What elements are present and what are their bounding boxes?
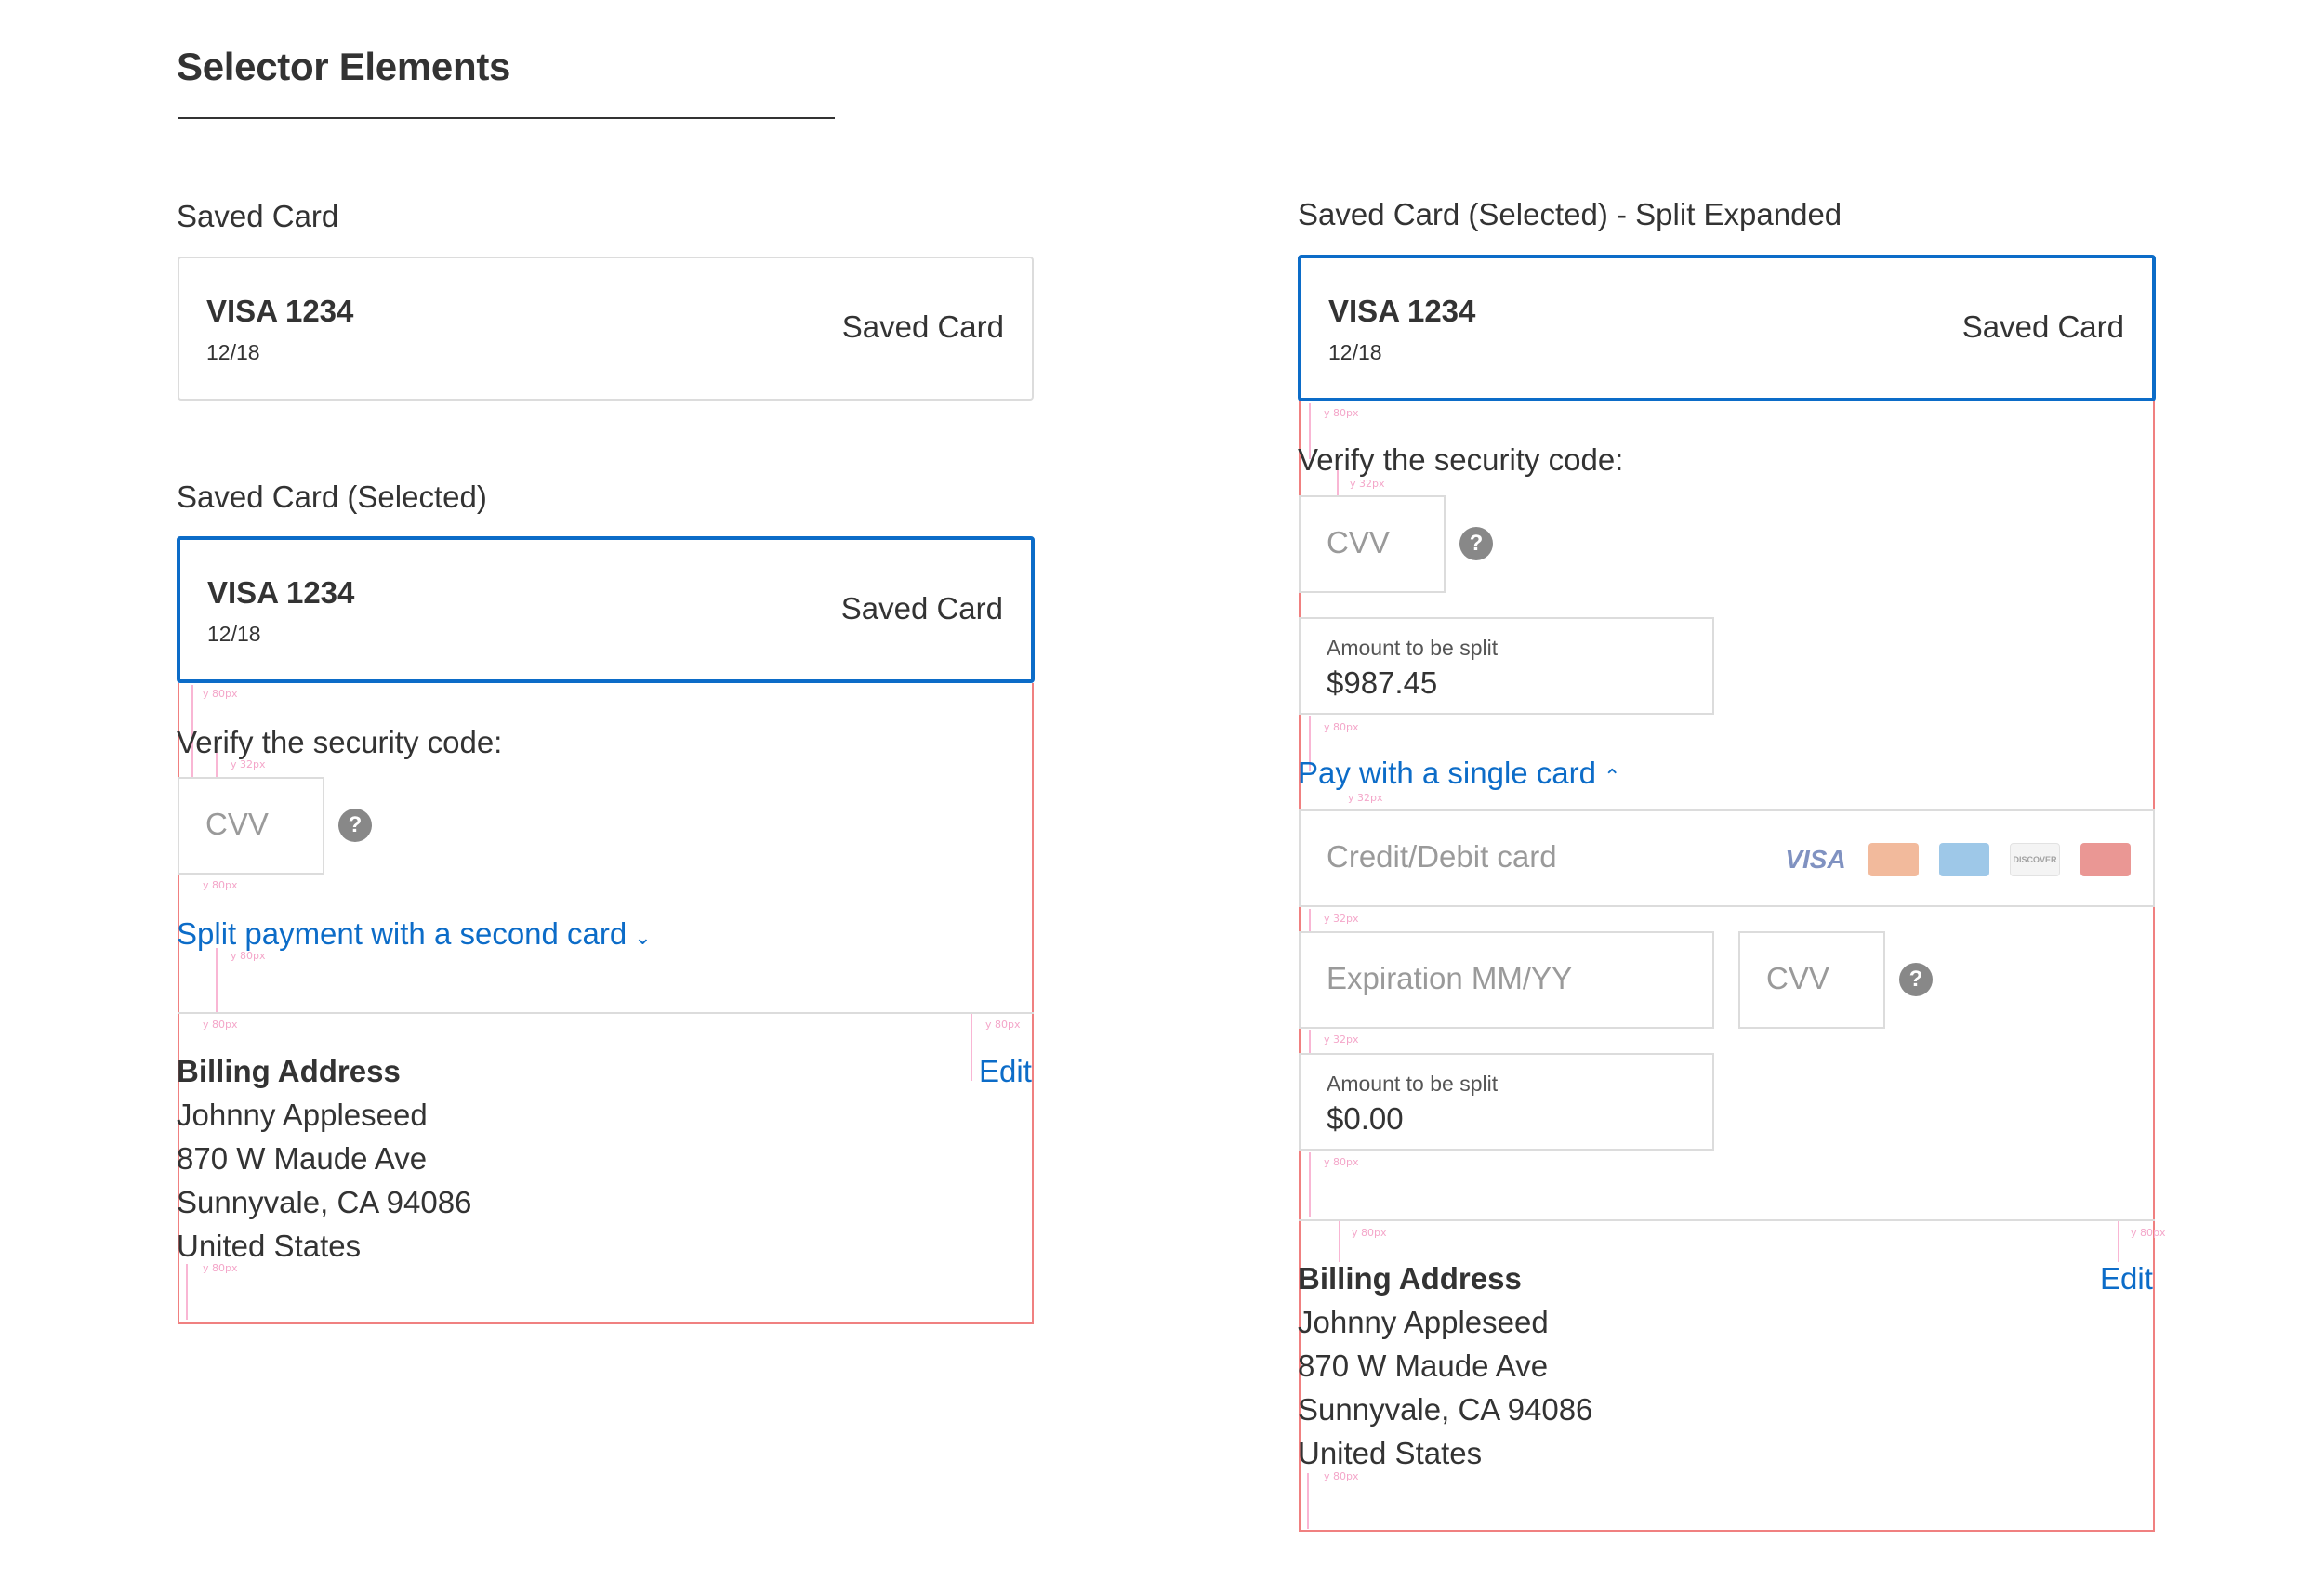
cvv-placeholder: CVV <box>1327 525 1390 559</box>
chevron-up-icon: ⌃ <box>1604 765 1621 788</box>
credit-card-placeholder: Credit/Debit card <box>1327 839 1557 874</box>
card-type-label: Saved Card <box>841 309 1004 344</box>
split-payment-link-label: Split payment with a second card <box>177 916 627 951</box>
spec-note: y 80px <box>1324 721 1359 733</box>
split-expanded-label: Saved Card (Selected) - Split Expanded <box>1298 197 1842 231</box>
billing-city: Sunnyvale, CA 94086 <box>1298 1392 1593 1427</box>
split-amount-value: $987.45 <box>1327 665 1438 700</box>
cvv-input[interactable]: CVV <box>178 777 324 875</box>
discover-logo-icon: DISCOVER <box>2010 843 2060 876</box>
spec-note: y 32px <box>1348 792 1383 804</box>
spec-guide <box>2118 1221 2119 1262</box>
cvv2-input[interactable]: CVV <box>1738 931 1885 1029</box>
card-type-label: Saved Card <box>1961 309 2124 344</box>
card-expiry: 12/18 <box>207 622 261 646</box>
billing-street: 870 W Maude Ave <box>177 1141 428 1176</box>
billing-country: United States <box>177 1229 362 1263</box>
spec-note: y 80px <box>985 1019 1021 1031</box>
visa-logo-icon: VISA <box>1785 845 1846 874</box>
verify-security-label: Verify the security code: <box>177 725 503 759</box>
spec-note: y 80px <box>1352 1227 1387 1239</box>
unionpay-logo-icon <box>2080 843 2131 876</box>
credit-card-input[interactable]: Credit/Debit card VISA DISCOVER <box>1299 809 2155 907</box>
billing-street: 870 W Maude Ave <box>1298 1349 1549 1383</box>
split-payment-link[interactable]: Split payment with a second card ⌄ <box>177 916 652 952</box>
spec-guide <box>1307 1473 1309 1529</box>
question-circle-icon[interactable]: ? <box>1899 963 1933 996</box>
spec-note: y 80px <box>231 950 266 962</box>
spec-note: y 32px <box>1350 478 1385 490</box>
spec-guide <box>186 1264 188 1320</box>
spec-note: y 80px <box>203 1262 238 1274</box>
billing-address-heading: Billing Address <box>177 1054 401 1088</box>
pay-single-card-label: Pay with a single card <box>1298 756 1596 790</box>
title-divider <box>178 117 835 119</box>
split-amount-label: Amount to be split <box>1327 636 1499 660</box>
spec-guide <box>216 948 218 1013</box>
spec-note: y 80px <box>203 1019 238 1031</box>
saved-card-label: Saved Card <box>177 199 339 233</box>
question-circle-icon[interactable]: ? <box>338 809 372 842</box>
spec-note: y 80px <box>203 879 238 891</box>
amex-logo-icon <box>1939 843 1989 876</box>
chevron-down-icon: ⌄ <box>634 926 652 949</box>
cvv2-placeholder: CVV <box>1766 961 1829 995</box>
spec-guide <box>1339 1221 1340 1262</box>
saved-card-selected-label: Saved Card (Selected) <box>177 480 487 514</box>
billing-name: Johnny Appleseed <box>177 1098 428 1132</box>
saved-card-option[interactable]: VISA 1234 12/18 Saved Card <box>178 257 1034 401</box>
pay-single-card-link[interactable]: Pay with a single card ⌃ <box>1298 756 1620 791</box>
spec-note: y 80px <box>203 688 238 700</box>
spec-note: y 80px <box>1324 1156 1359 1168</box>
card-brand: VISA 1234 <box>206 294 354 328</box>
verify-security-label: Verify the security code: <box>1298 442 1624 477</box>
expiration-input[interactable]: Expiration MM/YY <box>1299 931 1714 1029</box>
card-brand: VISA 1234 <box>207 575 355 610</box>
spec-guide <box>1309 1030 1311 1054</box>
question-circle-icon[interactable]: ? <box>1459 527 1493 560</box>
card-brand: VISA 1234 <box>1328 294 1476 328</box>
mastercard-logo-icon <box>1868 843 1919 876</box>
billing-name: Johnny Appleseed <box>1298 1305 1549 1339</box>
billing-edit-link[interactable]: Edit <box>979 1054 1032 1089</box>
cvv-input[interactable]: CVV <box>1299 495 1446 593</box>
spec-note: y 80px <box>1324 1470 1359 1482</box>
spec-note: y 32px <box>1324 913 1359 925</box>
saved-card-split-option[interactable]: VISA 1234 12/18 Saved Card <box>1298 255 2156 401</box>
card-expiry: 12/18 <box>206 340 260 364</box>
page-title: Selector Elements <box>177 45 511 88</box>
card-type-label: Saved Card <box>840 591 1003 625</box>
cvv-placeholder: CVV <box>205 807 269 841</box>
spec-note: y 80px <box>1324 407 1359 419</box>
billing-city: Sunnyvale, CA 94086 <box>177 1185 472 1219</box>
split-amount-value: $0.00 <box>1327 1101 1404 1136</box>
billing-address-heading: Billing Address <box>1298 1261 1522 1296</box>
section-divider <box>1299 1219 2155 1221</box>
split-amount-label: Amount to be split <box>1327 1072 1499 1096</box>
expiration-placeholder: Expiration MM/YY <box>1327 961 1573 995</box>
spec-note: y 32px <box>1324 1033 1359 1046</box>
spec-guide <box>1309 1152 1311 1217</box>
spec-guide <box>971 1014 972 1081</box>
billing-edit-link[interactable]: Edit <box>2100 1261 2153 1296</box>
billing-country: United States <box>1298 1436 1483 1470</box>
spec-note: y 80px <box>2131 1227 2166 1239</box>
section-divider <box>178 1012 1034 1014</box>
split-amount-field-2[interactable]: Amount to be split $0.00 <box>1299 1053 1714 1151</box>
card-expiry: 12/18 <box>1328 340 1382 364</box>
spec-guide <box>1309 909 1311 933</box>
card-logos: VISA DISCOVER <box>1783 843 2131 876</box>
split-amount-field[interactable]: Amount to be split $987.45 <box>1299 617 1714 715</box>
saved-card-selected-option[interactable]: VISA 1234 12/18 Saved Card <box>177 536 1035 683</box>
